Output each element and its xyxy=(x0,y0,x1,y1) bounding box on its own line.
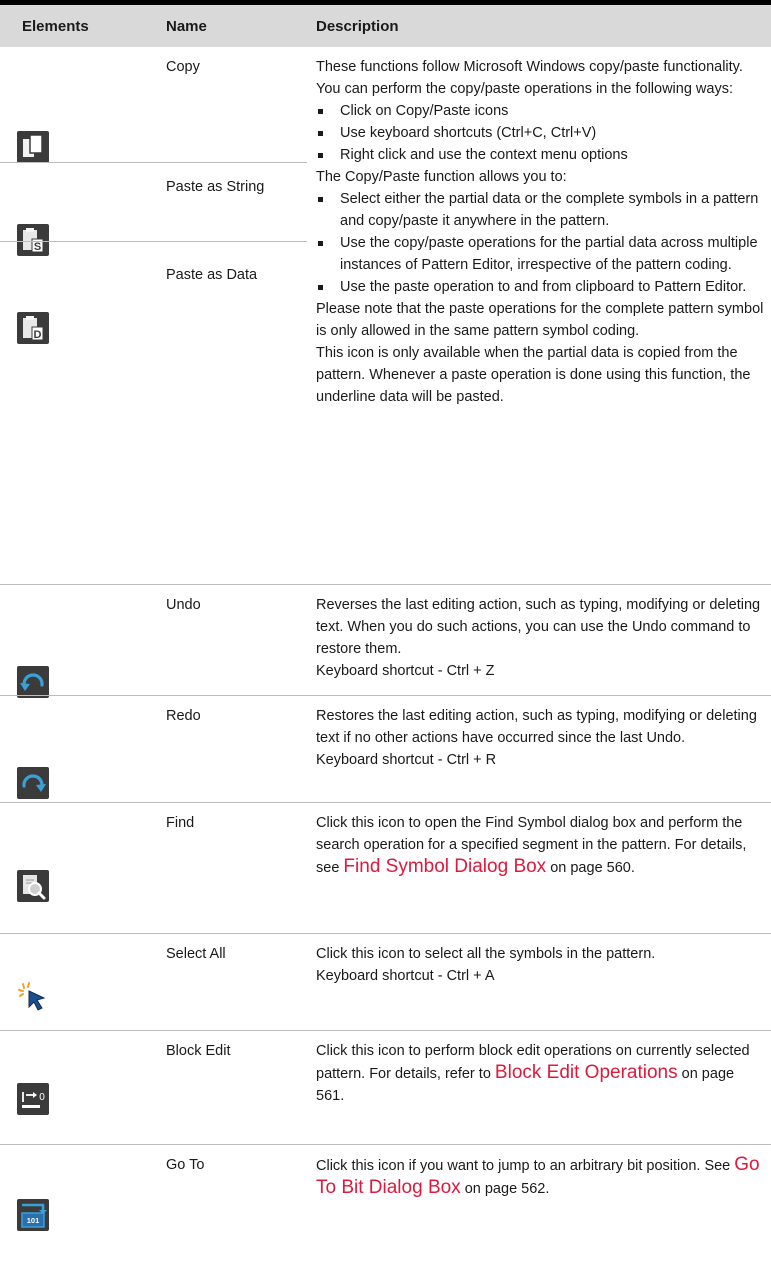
row-divider xyxy=(0,241,307,242)
redo-text: Restores the last editing action, such a… xyxy=(316,708,757,746)
row-divider xyxy=(0,584,771,585)
select-all-text: Click this icon to select all the symbol… xyxy=(316,946,656,962)
table-header: Elements Name Description xyxy=(0,0,771,47)
list-item: Use the copy/paste operations for the pa… xyxy=(316,232,766,276)
block-edit-description: Click this icon to perform block edit op… xyxy=(316,1040,766,1107)
find-name: Find xyxy=(166,815,195,831)
copy-name: Copy xyxy=(166,59,200,75)
paste-data-name: Paste as Data xyxy=(166,267,258,283)
select-all-name: Select All xyxy=(166,946,226,962)
undo-description: Reverses the last editing action, such a… xyxy=(316,594,766,682)
list-item: Click on Copy/Paste icons xyxy=(316,100,766,122)
block-edit-name: Block Edit xyxy=(166,1043,231,1059)
go-to-icon-text: 101 xyxy=(27,1216,40,1225)
copy-paste-description: These functions follow Microsoft Windows… xyxy=(316,56,766,408)
row-divider xyxy=(0,1144,771,1145)
select-all-icon xyxy=(17,981,49,1013)
go-to-text: Click this icon if you want to jump to a… xyxy=(316,1158,735,1174)
svg-text:D: D xyxy=(34,329,42,341)
svg-text:S: S xyxy=(34,241,41,253)
find-description: Click this icon to open the Find Symbol … xyxy=(316,812,766,879)
row-divider xyxy=(0,802,771,803)
find-page-ref: on page 560. xyxy=(546,860,635,876)
row-divider xyxy=(0,1030,771,1031)
go-to-page-ref: on page 562. xyxy=(460,1181,550,1197)
copy-paste-note: Please note that the paste operations fo… xyxy=(316,301,764,339)
find-icon xyxy=(17,870,49,902)
paste-data-note: This icon is only available when the par… xyxy=(316,345,751,405)
header-elements: Elements xyxy=(22,18,89,35)
header-name: Name xyxy=(166,18,207,35)
list-item: Right click and use the context menu opt… xyxy=(316,144,766,166)
svg-text:0: 0 xyxy=(39,1092,45,1103)
undo-name: Undo xyxy=(166,597,201,613)
paste-string-icon: S xyxy=(17,224,49,256)
go-to-description: Click this icon if you want to jump to a… xyxy=(316,1154,766,1200)
copy-paste-allows: The Copy/Paste function allows you to: xyxy=(316,169,567,185)
undo-shortcut: Keyboard shortcut - Ctrl + Z xyxy=(316,663,495,679)
redo-shortcut: Keyboard shortcut - Ctrl + R xyxy=(316,752,497,768)
copy-icon xyxy=(17,131,49,163)
block-edit-link[interactable]: Block Edit Operations xyxy=(495,1062,678,1083)
select-all-description: Click this icon to select all the symbol… xyxy=(316,943,766,987)
redo-name: Redo xyxy=(166,708,201,724)
header-description: Description xyxy=(316,18,399,35)
go-to-icon: 101 xyxy=(17,1199,49,1231)
copy-paste-intro: These functions follow Microsoft Windows… xyxy=(316,59,743,97)
paste-string-name: Paste as String xyxy=(166,179,265,195)
list-item: Use keyboard shortcuts (Ctrl+C, Ctrl+V) xyxy=(316,122,766,144)
row-divider xyxy=(0,695,771,696)
undo-text: Reverses the last editing action, such a… xyxy=(316,597,761,657)
redo-icon xyxy=(17,767,49,799)
find-symbol-link[interactable]: Find Symbol Dialog Box xyxy=(343,856,546,877)
select-all-shortcut: Keyboard shortcut - Ctrl + A xyxy=(316,968,495,984)
row-divider xyxy=(0,933,771,934)
block-edit-icon: 0 xyxy=(17,1083,49,1115)
row-divider xyxy=(0,162,307,163)
undo-icon xyxy=(17,666,49,698)
list-item: Select either the partial data or the co… xyxy=(316,188,766,232)
paste-data-icon: D xyxy=(17,312,49,344)
go-to-name: Go To xyxy=(166,1157,205,1173)
redo-description: Restores the last editing action, such a… xyxy=(316,705,766,771)
list-item: Use the paste operation to and from clip… xyxy=(316,276,766,298)
